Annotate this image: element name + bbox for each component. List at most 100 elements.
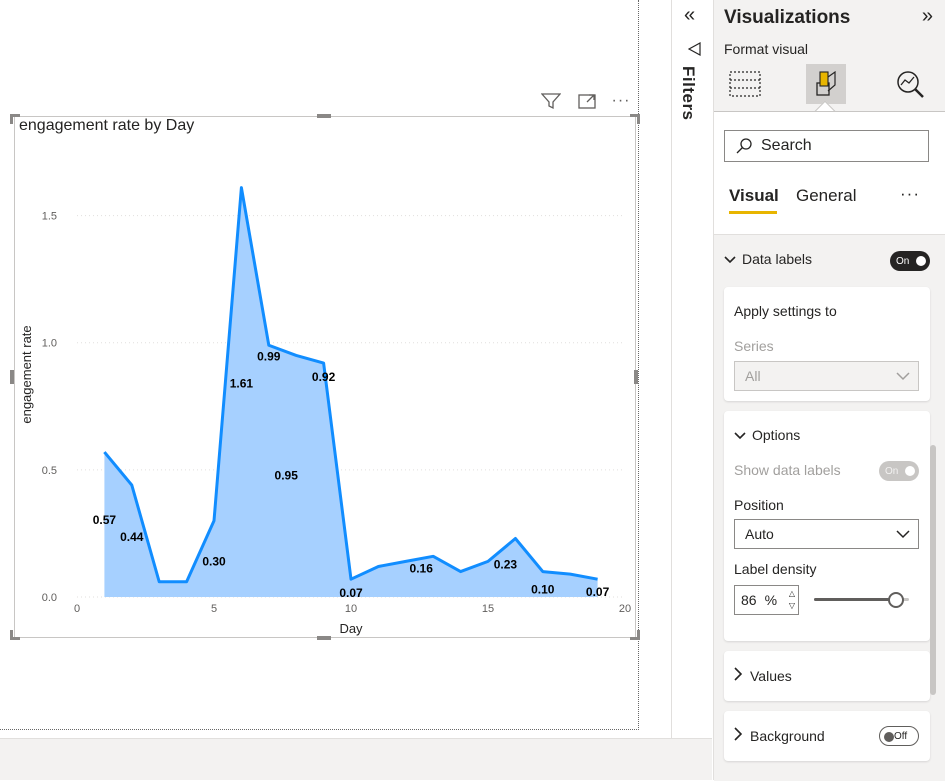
- options-card: Options Show data labels On Position Aut…: [724, 411, 930, 641]
- x-tick-label: 15: [482, 603, 494, 615]
- series-dropdown[interactable]: All: [734, 361, 919, 391]
- visualizations-title: Visualizations: [724, 7, 851, 28]
- tab-visual[interactable]: Visual: [729, 186, 779, 206]
- toggle-knob: [916, 256, 926, 266]
- series-area: [104, 187, 598, 597]
- toggle-state-label: On: [885, 465, 899, 477]
- tab-general[interactable]: General: [796, 186, 856, 206]
- search-input[interactable]: Search: [724, 130, 929, 162]
- options-label: Options: [752, 427, 801, 443]
- data-label: 0.44: [120, 530, 144, 544]
- data-label: 0.10: [531, 583, 555, 597]
- y-axis-title: engagement rate: [19, 325, 34, 423]
- chevron-down-icon: [896, 367, 910, 388]
- y-tick-label: 1.5: [42, 211, 57, 223]
- pane-scrollbar[interactable]: [930, 445, 936, 695]
- resize-handle-top[interactable]: [317, 114, 331, 118]
- label-density-slider[interactable]: [814, 592, 909, 608]
- values-label: Values: [750, 667, 792, 684]
- position-label: Position: [734, 497, 784, 513]
- analytics-button[interactable]: [890, 64, 930, 104]
- position-value: Auto: [745, 526, 774, 542]
- resize-handle-bottom-right[interactable]: [630, 630, 640, 640]
- data-labels-label: Data labels: [742, 251, 813, 267]
- resize-handle-bottom-left[interactable]: [10, 630, 20, 640]
- page-tabs-strip: [0, 738, 712, 780]
- x-tick-label: 10: [345, 603, 357, 615]
- x-tick-label: 0: [74, 603, 80, 615]
- data-labels-section-header[interactable]: Data labels: [724, 251, 812, 267]
- series-label: Series: [734, 338, 774, 354]
- toggle-knob: [905, 466, 915, 476]
- data-label: 1.61: [230, 377, 254, 391]
- paint-brush-icon: [816, 70, 836, 96]
- x-axis-title: Day: [339, 621, 363, 636]
- toggle-state-label: Off: [894, 730, 908, 742]
- resize-handle-bottom[interactable]: [317, 636, 331, 640]
- data-label: 0.23: [494, 558, 518, 572]
- resize-handle-top-right[interactable]: [630, 114, 640, 124]
- label-density-input[interactable]: 86 % △ ▽: [734, 585, 799, 615]
- slider-fill: [814, 598, 896, 601]
- expand-pane-icon[interactable]: »: [922, 5, 933, 28]
- data-label: 0.07: [339, 586, 363, 600]
- tabs-more-options[interactable]: ···: [900, 184, 920, 204]
- x-tick-label: 20: [619, 603, 631, 615]
- show-data-labels-label: Show data labels: [734, 462, 841, 478]
- format-visual-button[interactable]: [806, 64, 846, 104]
- slider-thumb[interactable]: [887, 592, 904, 608]
- chevron-right-icon: [734, 667, 743, 684]
- active-tab-indicator: [729, 211, 777, 214]
- toggle-state-label: On: [896, 255, 910, 267]
- data-label: 0.16: [410, 561, 434, 575]
- spinner-arrows-icon[interactable]: △ ▽: [789, 588, 795, 612]
- series-value: All: [745, 368, 761, 384]
- background-label: Background: [750, 727, 825, 744]
- data-label: 0.99: [257, 349, 281, 363]
- background-toggle[interactable]: Off: [879, 726, 919, 746]
- options-section-header[interactable]: Options: [734, 427, 800, 443]
- data-label: 0.95: [275, 468, 299, 482]
- background-section-header[interactable]: Background: [734, 727, 825, 744]
- toggle-knob: [884, 732, 894, 742]
- build-visual-button[interactable]: [725, 64, 765, 104]
- density-value: 86: [741, 592, 757, 608]
- values-card[interactable]: Values: [724, 651, 930, 701]
- chevron-down-icon: [724, 251, 736, 267]
- x-tick-label: 5: [211, 603, 217, 615]
- background-card[interactable]: Background Off: [724, 711, 930, 761]
- filters-pane: « Filters: [671, 0, 713, 738]
- y-tick-label: 0.5: [42, 465, 57, 477]
- resize-handle-top-left[interactable]: [10, 114, 20, 124]
- data-labels-toggle[interactable]: On: [890, 251, 930, 271]
- filters-label[interactable]: Filters: [678, 66, 698, 121]
- search-icon: [736, 138, 752, 154]
- density-unit: %: [764, 592, 778, 608]
- label-density-label: Label density: [734, 561, 817, 577]
- visualizations-pane: Visualizations » Format visual Search Vi…: [713, 0, 945, 781]
- resize-handle-left[interactable]: [10, 370, 14, 384]
- area-chart-visual[interactable]: engagement rate by Day 0.0 0.5 1.0 1.5 0 5 10 1…: [14, 116, 636, 638]
- chevron-down-icon: [896, 525, 910, 546]
- chart-plot: 0.0 0.5 1.0 1.5 0 5 10 15 20 Day engagement rate 0.…: [19, 186, 631, 636]
- filter-funnel-icon[interactable]: [687, 41, 702, 59]
- focus-mode-icon[interactable]: [576, 92, 598, 110]
- more-options-icon[interactable]: ···: [610, 92, 632, 110]
- data-label: 0.30: [202, 555, 226, 569]
- data-label: 0.92: [312, 370, 336, 384]
- y-tick-label: 1.0: [42, 338, 57, 350]
- position-dropdown[interactable]: Auto: [734, 519, 919, 549]
- apply-settings-card: Apply settings to Series All: [724, 287, 930, 401]
- chevron-right-icon: [734, 727, 743, 744]
- y-tick-label: 0.0: [42, 592, 57, 604]
- data-label: 0.07: [586, 585, 610, 599]
- show-data-labels-toggle[interactable]: On: [879, 461, 919, 481]
- filter-icon[interactable]: [540, 92, 562, 110]
- search-placeholder: Search: [761, 137, 812, 154]
- values-section-header[interactable]: Values: [734, 667, 792, 684]
- apply-settings-label: Apply settings to: [734, 303, 837, 319]
- resize-handle-right[interactable]: [634, 370, 638, 384]
- collapse-filters-icon[interactable]: «: [684, 4, 695, 27]
- format-options-list: Data labels On Apply settings to Series …: [714, 234, 945, 781]
- analytics-magnifier-icon: [897, 71, 924, 98]
